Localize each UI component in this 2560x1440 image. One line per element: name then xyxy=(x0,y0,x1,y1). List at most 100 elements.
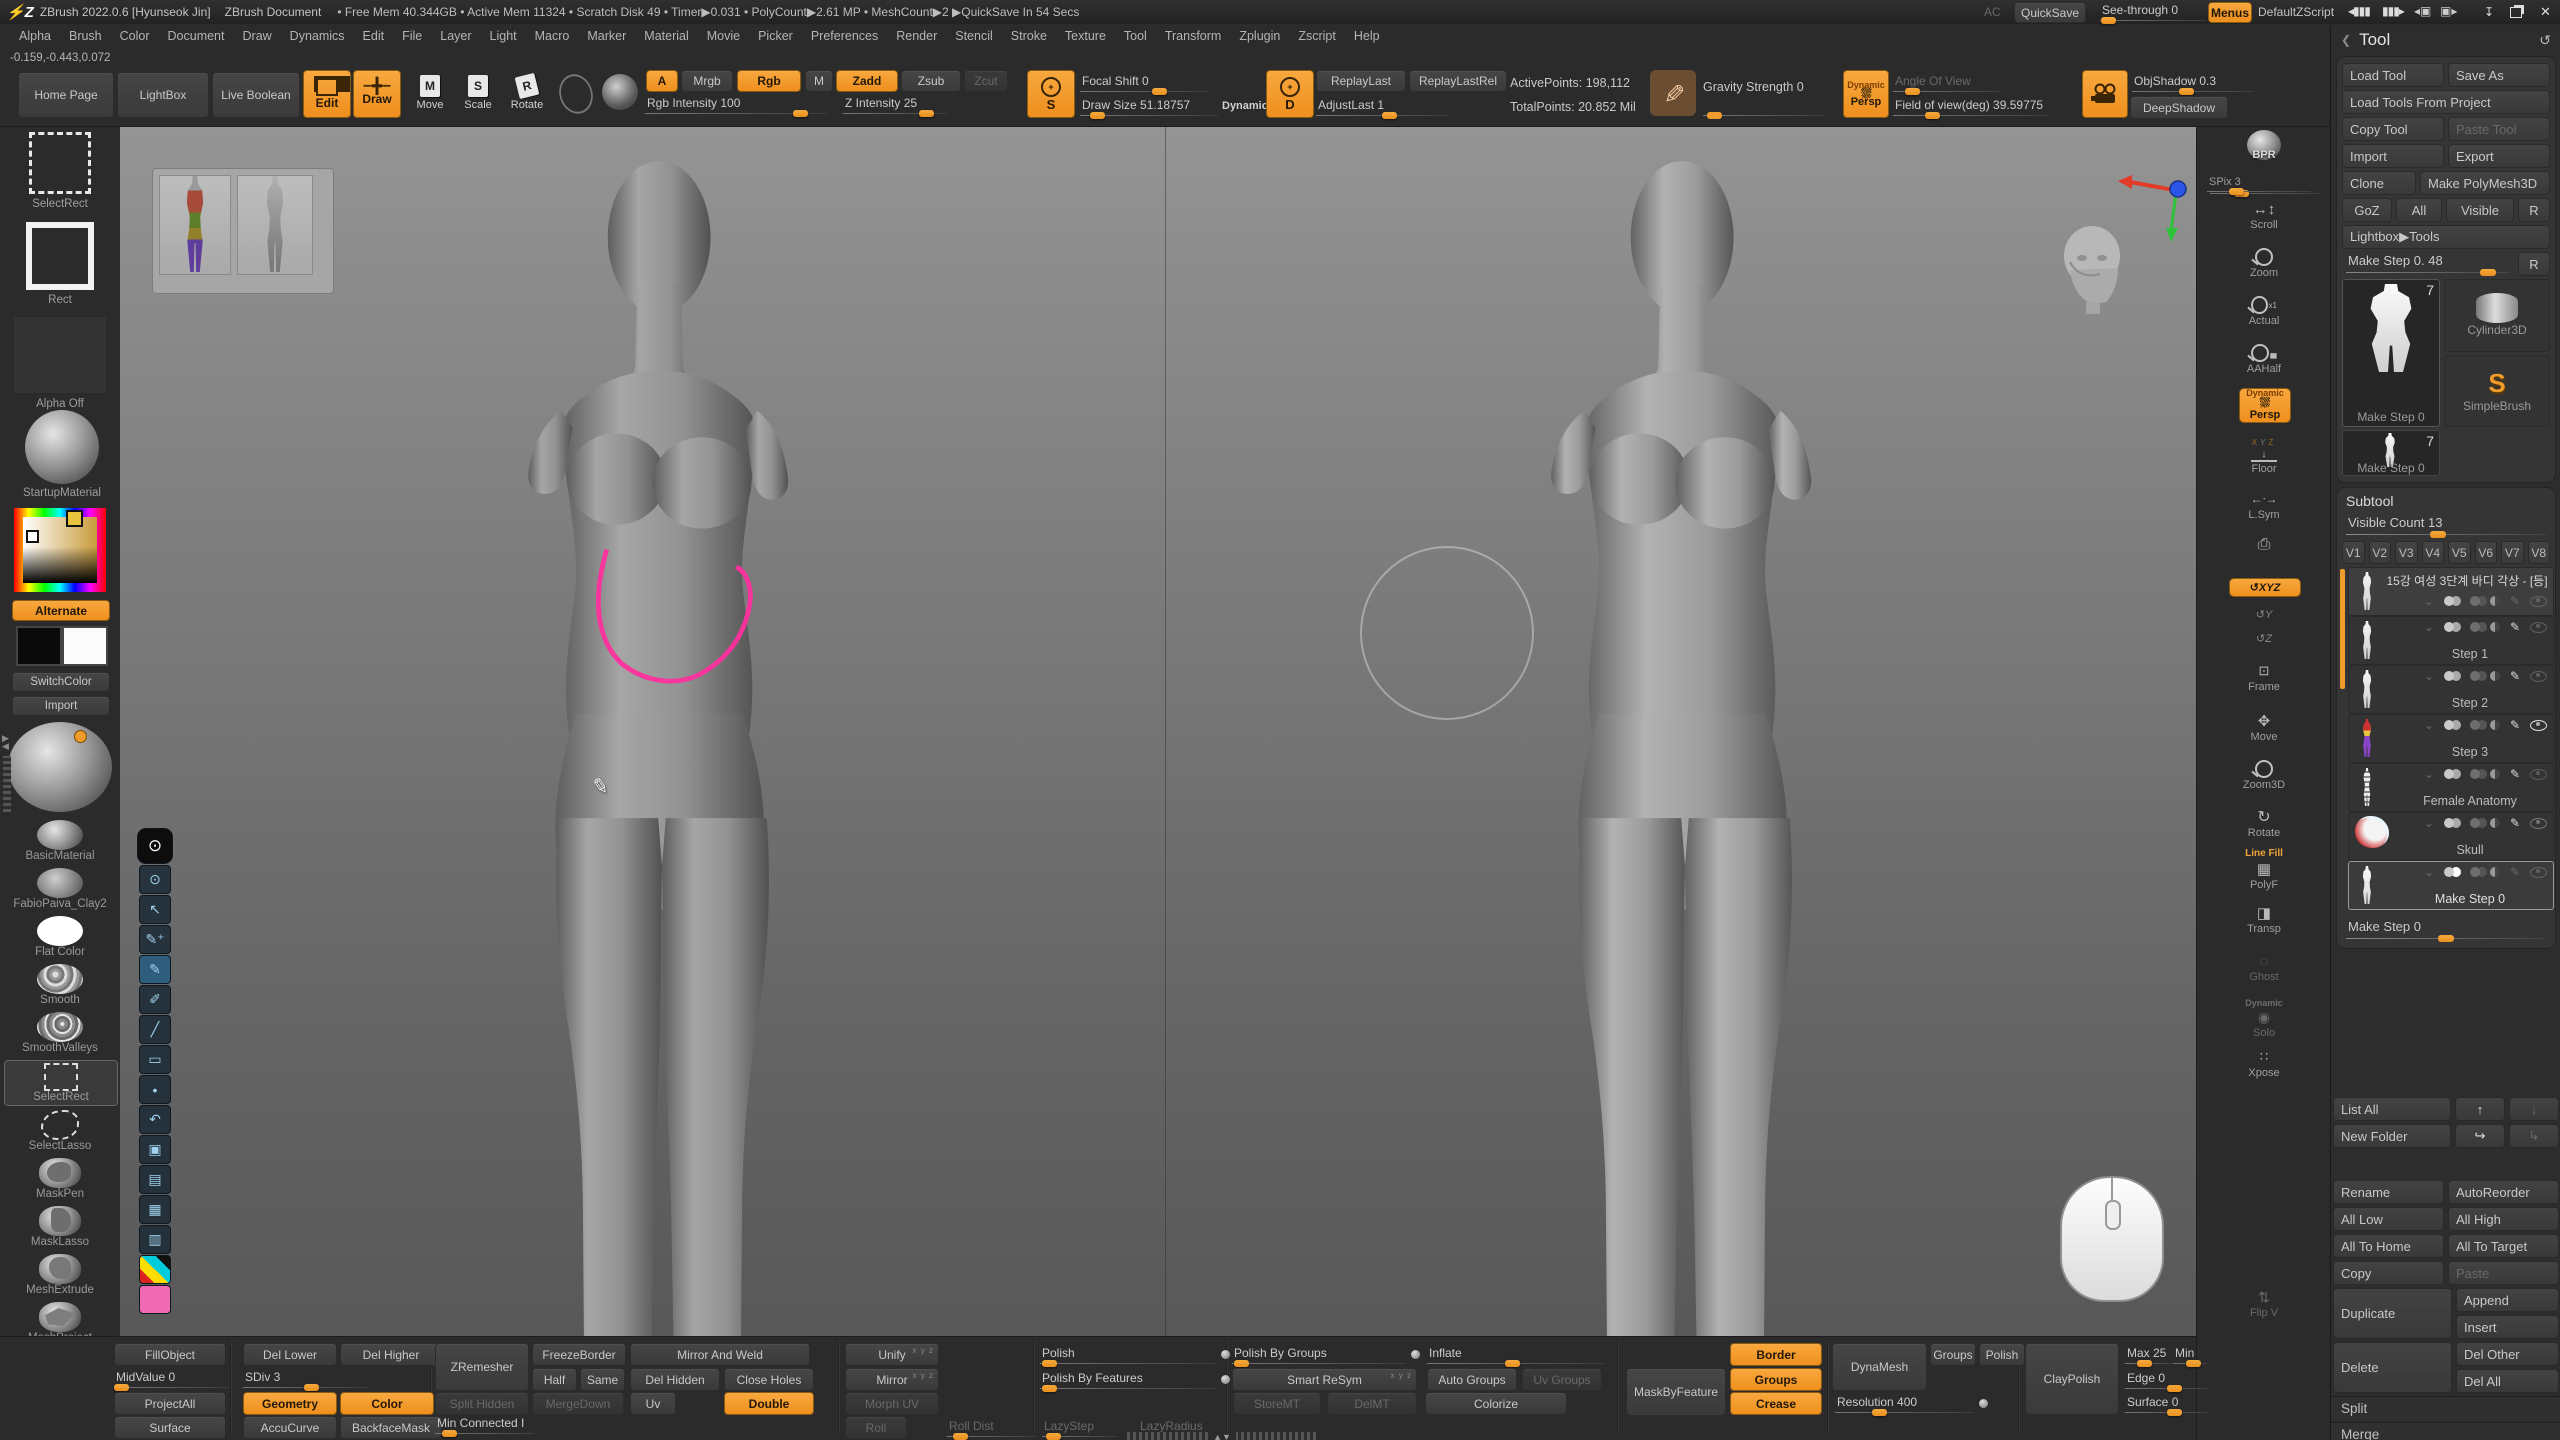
move-button[interactable]: MMove xyxy=(408,70,452,116)
paste-tool-button[interactable]: Paste Tool xyxy=(2448,117,2550,141)
load-tool-button[interactable]: Load Tool xyxy=(2342,63,2444,87)
move-down-button[interactable]: ↓ xyxy=(2509,1097,2559,1121)
frame-button[interactable]: ⊡Frame xyxy=(2203,662,2325,693)
floor-button[interactable]: XYZ↓Floor xyxy=(2203,438,2325,475)
freeze-border-button[interactable]: FreezeBorder xyxy=(532,1343,626,1366)
menu-item[interactable]: Alpha xyxy=(10,26,60,46)
menu-item[interactable]: Layer xyxy=(431,26,480,46)
switch-color-button[interactable]: SwitchColor xyxy=(12,672,110,692)
transp-button[interactable]: ◨Transp xyxy=(2203,904,2325,935)
del-higher-button[interactable]: Del Higher xyxy=(340,1343,442,1366)
menu-item[interactable]: Stencil xyxy=(946,26,1002,46)
menu-item[interactable]: Marker xyxy=(578,26,635,46)
import-tool-button[interactable]: Import xyxy=(2342,144,2444,168)
anchor-a-button[interactable]: A xyxy=(646,70,678,92)
store-mt-button[interactable]: StoreMT xyxy=(1233,1392,1321,1415)
polish-groups-mode-dot[interactable] xyxy=(1411,1350,1420,1359)
subtool-item[interactable]: ⌄✎ Step 1 xyxy=(2348,616,2554,665)
lock-camera-button[interactable]: ⎙ xyxy=(2203,536,2325,554)
main-color-swatch[interactable] xyxy=(16,626,62,666)
menu-item[interactable]: Color xyxy=(111,26,159,46)
clay-polish-edge-slider[interactable]: Edge 0 xyxy=(2125,1371,2209,1389)
replay-last-rel-button[interactable]: ReplayLastRel xyxy=(1409,70,1507,92)
brush-masklasso[interactable]: MaskLasso xyxy=(0,1206,120,1248)
gravity-strength-slider[interactable] xyxy=(1703,98,1825,116)
persp-toggle[interactable]: Dynamic⛆Persp xyxy=(2239,388,2291,423)
split-hidden-button[interactable]: Split Hidden xyxy=(435,1392,529,1415)
m-button[interactable]: M xyxy=(805,70,833,92)
zremesher-button[interactable]: ZRemesher xyxy=(435,1343,529,1391)
subtool-view-tab[interactable]: V6 xyxy=(2475,541,2498,564)
alpha-preview-icon[interactable] xyxy=(602,74,638,110)
minimize-button[interactable]: ↧ xyxy=(2484,5,2494,19)
rgb-intensity-slider[interactable]: Rgb Intensity 100 xyxy=(645,96,827,114)
annotation-eraser-icon[interactable]: ▭ xyxy=(139,1045,171,1074)
copy-tool-button[interactable]: Copy Tool xyxy=(2342,117,2444,141)
adjust-last-slider[interactable]: AdjustLast 1 xyxy=(1316,98,1448,116)
subtool-view-tab[interactable]: V7 xyxy=(2501,541,2524,564)
draw-size-slider[interactable]: Draw Size 51.18757 xyxy=(1080,98,1218,116)
auto-groups-button[interactable]: Auto Groups xyxy=(1427,1368,1517,1391)
roll-dist-slider[interactable]: Roll Dist xyxy=(947,1419,1036,1437)
uv-groups-button[interactable]: Uv Groups xyxy=(1522,1368,1602,1391)
clay-polish-min-slider[interactable]: Min xyxy=(2173,1346,2207,1364)
brush-selectlasso[interactable]: SelectLasso xyxy=(0,1110,120,1152)
subtool-scrollbar[interactable] xyxy=(2340,569,2345,689)
accu-curve-button[interactable]: AccuCurve xyxy=(243,1416,337,1439)
same-button[interactable]: Same xyxy=(580,1368,625,1391)
menu-item[interactable]: Edit xyxy=(354,26,394,46)
surface-button[interactable]: Surface xyxy=(114,1416,226,1439)
menu-item[interactable]: Brush xyxy=(60,26,111,46)
secondary-color-swatch[interactable] xyxy=(62,626,108,666)
material-flat-color[interactable]: Flat Color xyxy=(0,916,120,958)
spix-slider[interactable]: SPix 3 xyxy=(2207,176,2311,192)
zsub-button[interactable]: Zsub xyxy=(901,70,961,92)
brush-meshextrude[interactable]: MeshExtrude xyxy=(0,1254,120,1296)
goz-r-button[interactable]: R xyxy=(2518,198,2550,222)
min-connected-slider[interactable]: Min Connected I xyxy=(435,1416,534,1434)
menu-item[interactable]: Texture xyxy=(1056,26,1115,46)
subtool-view-tab[interactable]: V4 xyxy=(2422,541,2445,564)
list-all-button[interactable]: List All xyxy=(2333,1097,2451,1121)
polish-slider[interactable]: Polish xyxy=(1040,1346,1216,1364)
flip-v-button[interactable]: ⇅Flip V xyxy=(2203,1288,2325,1319)
annotation-pink-swatch[interactable] xyxy=(139,1285,171,1314)
document-canvas[interactable]: ✎ ⊙ ⊙ ↖ ✎⁺ ✎ ✐ ╱ ▭ • ↶ ▣ ▤ xyxy=(120,126,2196,1336)
menu-item[interactable]: Movie xyxy=(698,26,749,46)
brush-smooth-valleys[interactable]: SmoothValleys xyxy=(0,1012,120,1054)
close-holes-button[interactable]: Close Holes xyxy=(724,1368,814,1391)
all-to-target-button[interactable]: All To Target xyxy=(2448,1234,2559,1258)
uv-button[interactable]: Uv xyxy=(630,1392,676,1415)
annotation-dot-icon[interactable]: • xyxy=(139,1075,171,1104)
merge-down-button[interactable]: MergeDown xyxy=(532,1392,624,1415)
all-to-home-button[interactable]: All To Home xyxy=(2333,1234,2444,1258)
merge-section-header[interactable]: Merge xyxy=(2331,1422,2560,1440)
subtool-item[interactable]: ⌄✎ Female Anatomy xyxy=(2348,763,2554,812)
prev-doc-icon[interactable]: ◂▣ xyxy=(2414,4,2431,18)
goz-all-button[interactable]: All xyxy=(2396,198,2442,222)
bottom-tray-handle[interactable]: ▲▼ xyxy=(1127,1432,1317,1440)
annotation-eye-button[interactable]: ⊙ xyxy=(137,828,173,864)
del-all-button[interactable]: Del All xyxy=(2456,1369,2559,1393)
left-tray-toggle-icon[interactable]: ◂▮▮▮ xyxy=(2348,4,2370,18)
delete-button[interactable]: Delete xyxy=(2333,1342,2452,1393)
gyro-z-button[interactable]: ↺Z xyxy=(2203,632,2325,645)
gyro-xyz-button[interactable]: ↺XYZ xyxy=(2229,578,2301,597)
rotate-view-button[interactable]: ↻Rotate xyxy=(2203,808,2325,839)
next-doc-icon[interactable]: ▣▸ xyxy=(2440,4,2457,18)
append-button[interactable]: Append xyxy=(2456,1288,2559,1312)
mask-border-button[interactable]: Border xyxy=(1730,1343,1822,1366)
lightbox-tools-button[interactable]: Lightbox▶Tools xyxy=(2342,225,2550,249)
mrgb-button[interactable]: Mrgb xyxy=(681,70,733,92)
lightbox-button[interactable]: LightBox xyxy=(117,72,209,118)
mask-by-feature-button[interactable]: MaskByFeature xyxy=(1626,1368,1726,1416)
annotation-pencil-icon[interactable]: ✐ xyxy=(139,985,171,1014)
cylinder3d-tool[interactable]: Cylinder3D xyxy=(2444,279,2550,352)
annotation-undo-icon[interactable]: ↶ xyxy=(139,1105,171,1134)
edit-button[interactable]: Edit xyxy=(303,70,351,118)
sv-handle[interactable] xyxy=(26,530,39,543)
dynamic-draw-size-toggle[interactable]: Dynamic xyxy=(1222,100,1268,112)
brush-smooth[interactable]: Smooth xyxy=(0,964,120,1006)
geometry-button[interactable]: Geometry xyxy=(243,1392,337,1415)
color-button[interactable]: Color xyxy=(340,1392,434,1415)
